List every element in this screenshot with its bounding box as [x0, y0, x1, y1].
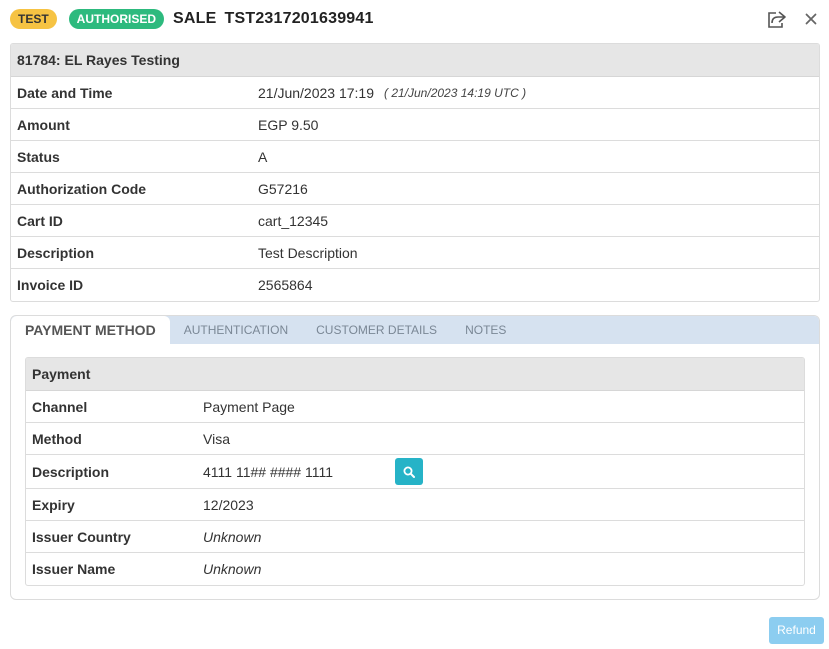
tab-authentication[interactable]: AUTHENTICATION [170, 316, 302, 344]
row-label: Cart ID [17, 212, 63, 229]
row-label: Issuer Name [32, 561, 116, 577]
tab-payment-method[interactable]: PAYMENT METHOD [11, 316, 170, 344]
tabs-panel: PAYMENT METHOD AUTHENTICATION CUSTOMER D… [10, 315, 820, 600]
table-row: Description 4111 11## #### 1111 [26, 455, 804, 489]
row-label: Expiry [32, 496, 75, 513]
merchant-title: 81784: EL Rayes Testing [11, 44, 819, 77]
row-label: Channel [32, 398, 88, 415]
share-icon[interactable] [766, 8, 788, 30]
table-row: Amount EGP 9.50 [11, 109, 819, 141]
card-number-value: 4111 11## #### 1111 [203, 463, 334, 480]
table-row: Date and Time 21/Jun/2023 17:19 ( 21/Jun… [11, 77, 819, 109]
close-icon[interactable] [800, 8, 822, 30]
table-row: Issuer Name Unknown [26, 553, 804, 585]
cart-id-value: cart_12345 [258, 212, 329, 229]
table-row: Cart ID cart_12345 [11, 205, 819, 237]
row-label: Date and Time [17, 84, 113, 101]
header-actions [766, 8, 822, 30]
tab-notes[interactable]: NOTES [451, 316, 520, 344]
utc-time-value: ( 21/Jun/2023 14:19 UTC ) [384, 85, 527, 100]
expiry-value: 12/2023 [203, 496, 254, 513]
tab-customer-details[interactable]: CUSTOMER DETAILS [302, 316, 451, 344]
auth-code-value: G57216 [258, 180, 308, 197]
amount-value: EGP 9.50 [258, 116, 319, 133]
row-label: Invoice ID [17, 277, 84, 293]
search-icon [403, 466, 415, 478]
row-label: Amount [17, 116, 70, 133]
row-label: Status [17, 148, 60, 165]
row-label: Authorization Code [17, 180, 147, 197]
payment-table: Payment Channel Payment Page Method Visa… [25, 357, 805, 586]
status-value: A [258, 148, 268, 165]
row-label: Description [32, 463, 110, 480]
refund-button[interactable]: Refund [769, 617, 824, 644]
status-badge: AUTHORISED [68, 9, 165, 29]
tab-bar: PAYMENT METHOD AUTHENTICATION CUSTOMER D… [11, 316, 819, 344]
table-row: Method Visa [26, 423, 804, 455]
description-value: Test Description [258, 244, 358, 261]
transaction-ref: TST2317201639941 [224, 10, 374, 27]
table-row: Issuer Country Unknown [26, 521, 804, 553]
invoice-id-link[interactable]: 2565864 [258, 277, 313, 293]
table-row: Description Test Description [11, 237, 819, 269]
row-label: Description [17, 244, 95, 261]
issuer-country-value: Unknown [203, 528, 262, 545]
channel-value: Payment Page [203, 398, 295, 415]
table-row: Expiry 12/2023 [26, 489, 804, 521]
row-label: Method [32, 430, 82, 447]
table-row: Authorization Code G57216 [11, 173, 819, 205]
test-badge: TEST [10, 9, 57, 29]
transaction-type: SALE [173, 10, 217, 27]
table-row: Channel Payment Page [26, 391, 804, 423]
transaction-details-table: 81784: EL Rayes Testing Date and Time 21… [10, 43, 820, 302]
payment-title: Payment [26, 358, 804, 391]
table-row: Invoice ID 2565864 [11, 269, 819, 301]
row-label: Issuer Country [32, 528, 131, 545]
transaction-header: TEST AUTHORISED SALE TST2317201639941 [10, 6, 822, 32]
issuer-name-value: Unknown [203, 561, 262, 577]
method-value: Visa [203, 430, 230, 447]
table-row: Status A [11, 141, 819, 173]
card-lookup-button[interactable] [395, 458, 423, 485]
date-time-value: 21/Jun/2023 17:19 [258, 84, 374, 101]
